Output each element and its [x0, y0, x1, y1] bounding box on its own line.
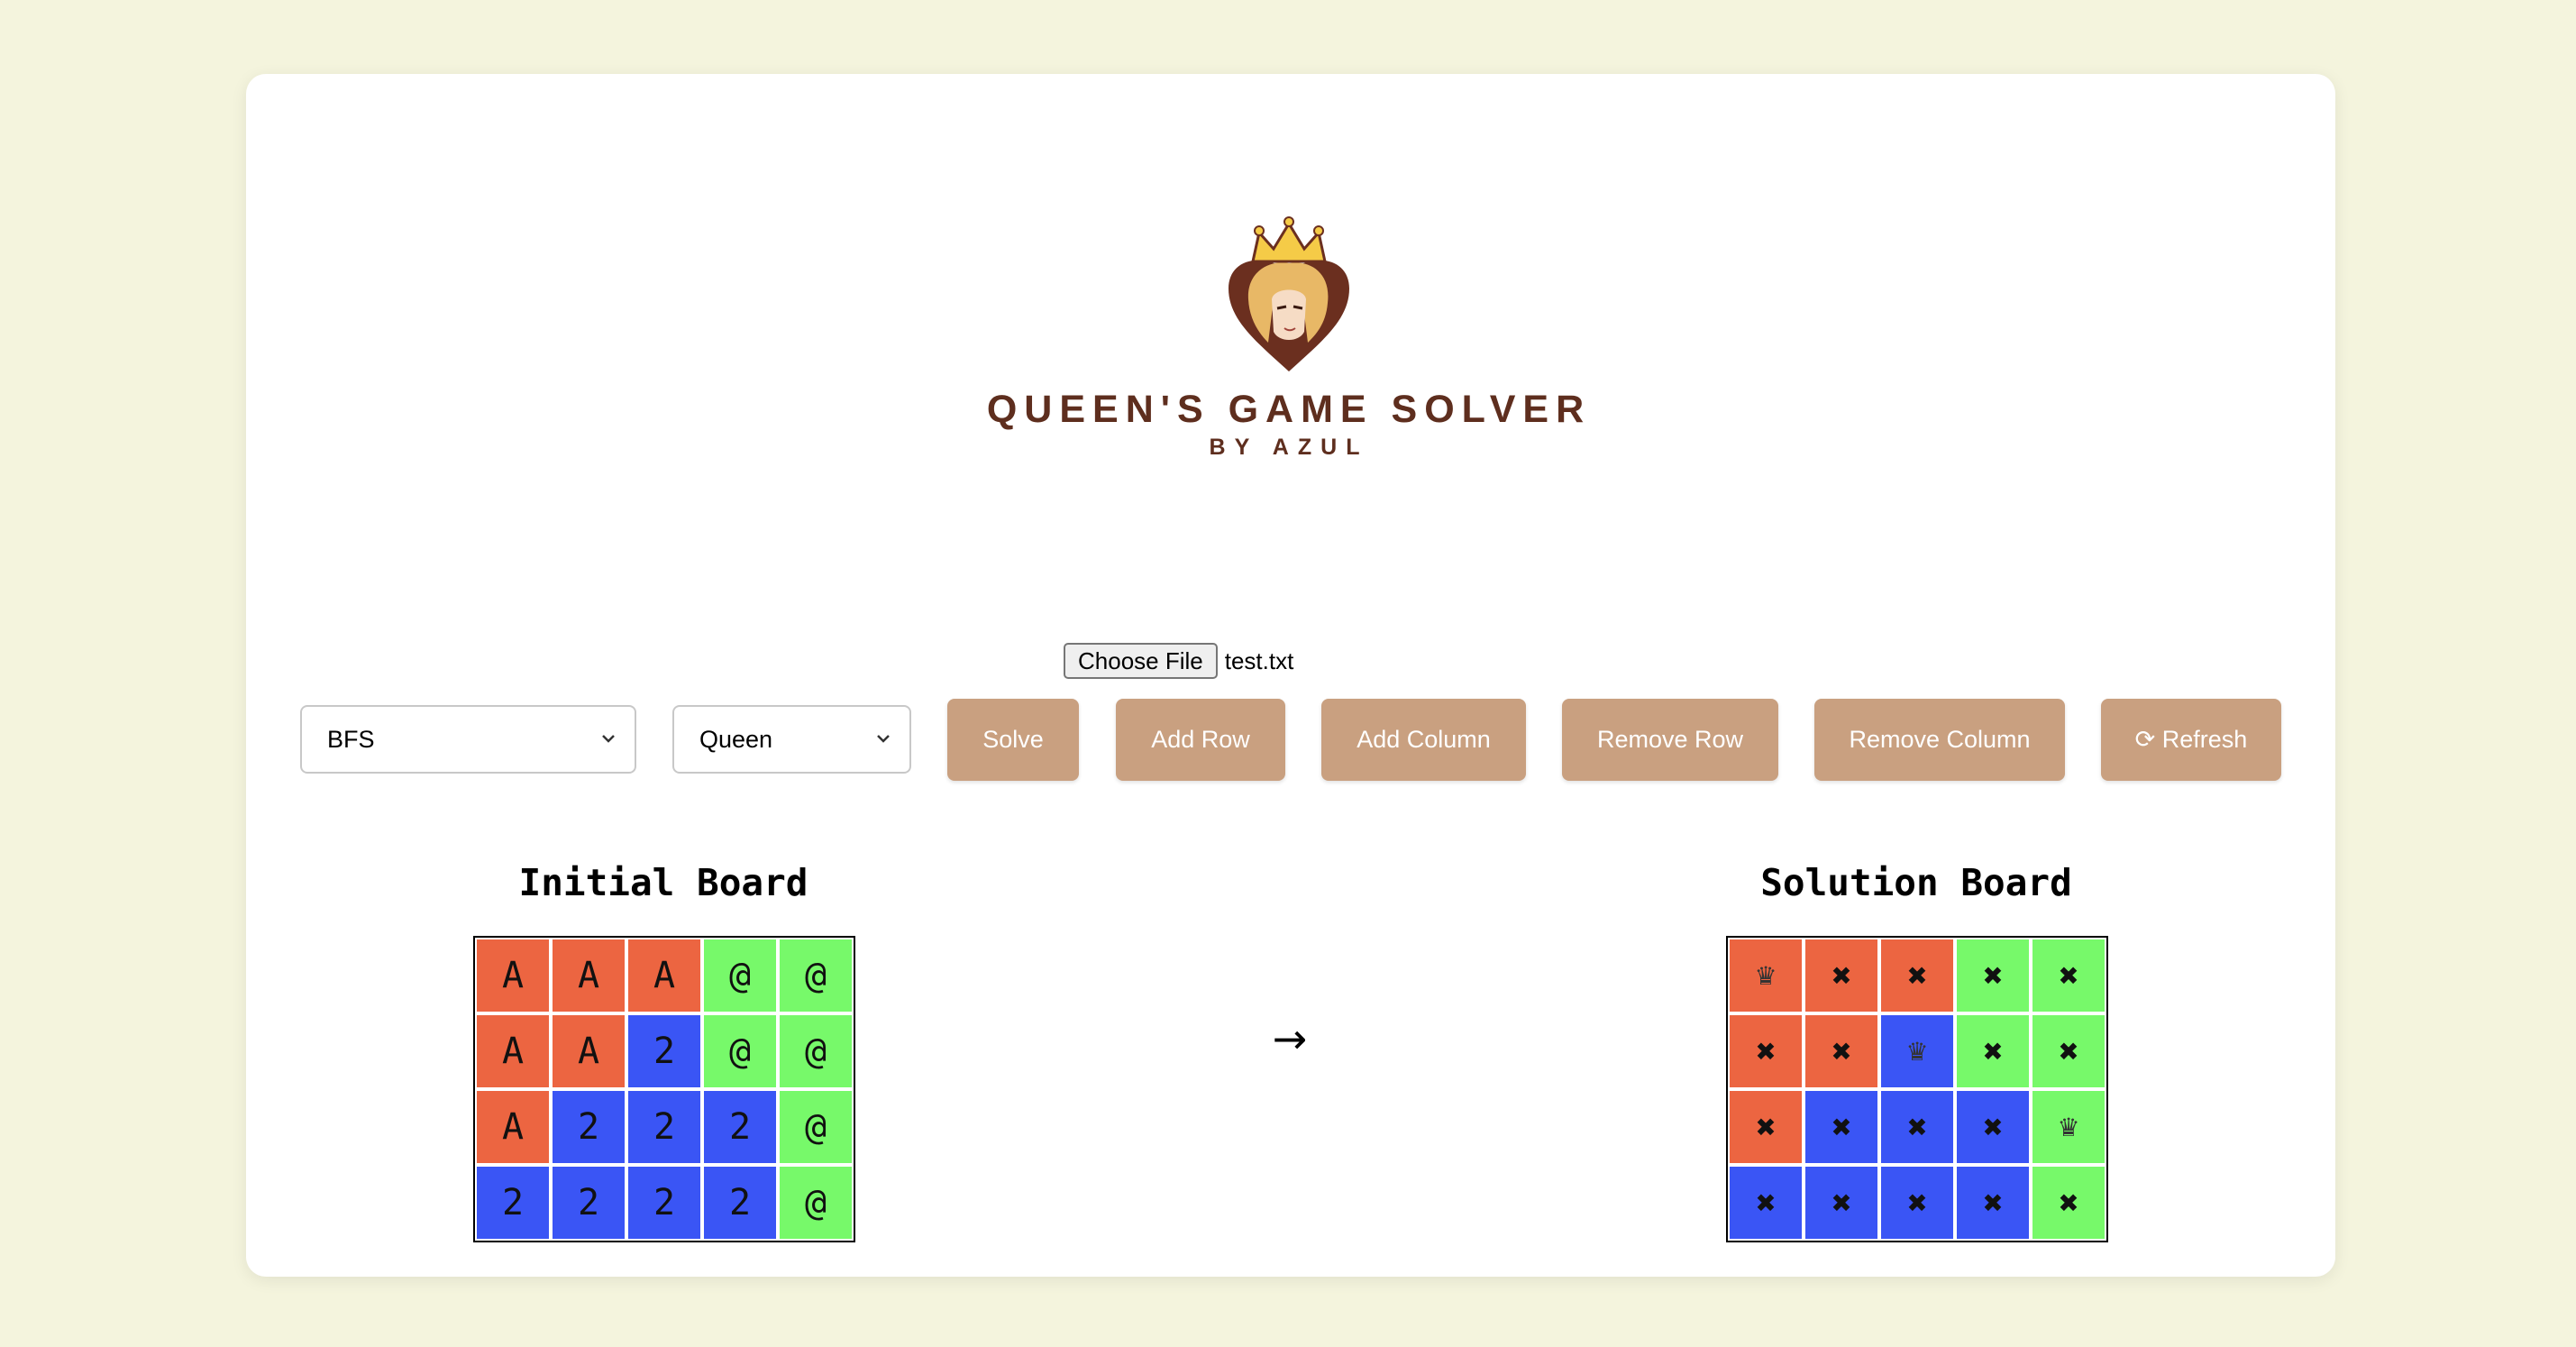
initial-board-title: Initial Board [518, 861, 808, 904]
queen-icon: ♛ [1730, 939, 1802, 1012]
app-title: QUEEN'S GAME SOLVER [986, 388, 1592, 431]
initial-board-cell[interactable]: @ [704, 939, 776, 1012]
initial-board-cell[interactable]: 2 [704, 1091, 776, 1163]
cross-icon: ✖ [1881, 939, 1953, 1012]
cross-icon: ✖ [1957, 1091, 2029, 1163]
initial-board-cell[interactable]: 2 [704, 1167, 776, 1239]
initial-board-cell[interactable]: @ [780, 1167, 852, 1239]
cross-icon: ✖ [1730, 1015, 1802, 1087]
cross-icon: ✖ [1881, 1091, 1953, 1163]
initial-board-cell[interactable]: @ [780, 939, 852, 1012]
initial-board-grid: A A A @ @ A A 2 @ @ A 2 2 2 @2 2 2 2 @ [473, 936, 855, 1242]
initial-board-cell[interactable]: 2 [628, 1015, 700, 1087]
cross-icon: ✖ [1881, 1167, 1953, 1239]
add-column-button[interactable]: Add Column [1321, 699, 1526, 781]
file-input: Choose File test.txt [1064, 642, 1293, 680]
solution-board-title: Solution Board [1760, 861, 2072, 904]
initial-board-cell[interactable]: @ [704, 1015, 776, 1087]
cross-icon: ✖ [1730, 1091, 1802, 1163]
initial-board-cell[interactable]: A [477, 1091, 549, 1163]
initial-board-cell[interactable]: 2 [553, 1091, 625, 1163]
solve-button[interactable]: Solve [947, 699, 1079, 781]
piece-select[interactable]: Queen [672, 705, 911, 774]
cross-icon: ✖ [1730, 1167, 1802, 1239]
initial-board-cell[interactable]: 2 [477, 1167, 549, 1239]
cross-icon: ✖ [2032, 939, 2105, 1012]
selected-file-name: test.txt [1224, 646, 1294, 674]
initial-board-cell[interactable]: A [477, 1015, 549, 1087]
initial-board-cell[interactable]: 2 [553, 1167, 625, 1239]
cross-icon: ✖ [1957, 1167, 2029, 1239]
cross-icon: ✖ [2032, 1167, 2105, 1239]
refresh-button[interactable]: ⟳ Refresh [2101, 699, 2281, 781]
cross-icon: ✖ [1805, 939, 1877, 1012]
initial-board-cell[interactable]: A [628, 939, 700, 1012]
queen-logo-icon [1229, 216, 1349, 371]
queen-icon: ♛ [1881, 1015, 1953, 1087]
chevron-down-icon [602, 735, 615, 743]
choose-file-button[interactable]: Choose File [1064, 643, 1218, 679]
add-row-button[interactable]: Add Row [1116, 699, 1285, 781]
cross-icon: ✖ [2032, 1015, 2105, 1087]
cross-icon: ✖ [1805, 1015, 1877, 1087]
initial-board-cell[interactable]: A [477, 939, 549, 1012]
cross-icon: ✖ [1957, 1015, 2029, 1087]
queen-icon: ♛ [2032, 1091, 2105, 1163]
initial-board-cell[interactable]: 2 [628, 1091, 700, 1163]
piece-select-value: Queen [699, 725, 773, 753]
remove-column-button[interactable]: Remove Column [1814, 699, 2065, 781]
initial-board-cell[interactable]: A [553, 939, 625, 1012]
remove-row-button[interactable]: Remove Row [1562, 699, 1778, 781]
initial-board-cell[interactable]: @ [780, 1015, 852, 1087]
initial-board-cell[interactable]: @ [780, 1091, 852, 1163]
algorithm-select[interactable]: BFS [300, 705, 636, 774]
cross-icon: ✖ [1805, 1167, 1877, 1239]
cross-icon: ✖ [1805, 1091, 1877, 1163]
cross-icon: ✖ [1957, 939, 2029, 1012]
initial-board-cell[interactable]: 2 [628, 1167, 700, 1239]
app-subtitle: BY AZUL [1209, 435, 1369, 460]
initial-board-cell[interactable]: A [553, 1015, 625, 1087]
solution-board-grid: ♛ ✖ ✖ ✖ ✖ ✖ ✖ ♛ ✖ ✖ ✖ ✖ ✖ ✖ ♛ ✖ ✖ ✖ ✖ ✖ [1726, 936, 2108, 1242]
algorithm-select-value: BFS [327, 725, 375, 753]
arrow-icon: → [1272, 1014, 1308, 1063]
chevron-down-icon [877, 735, 890, 743]
